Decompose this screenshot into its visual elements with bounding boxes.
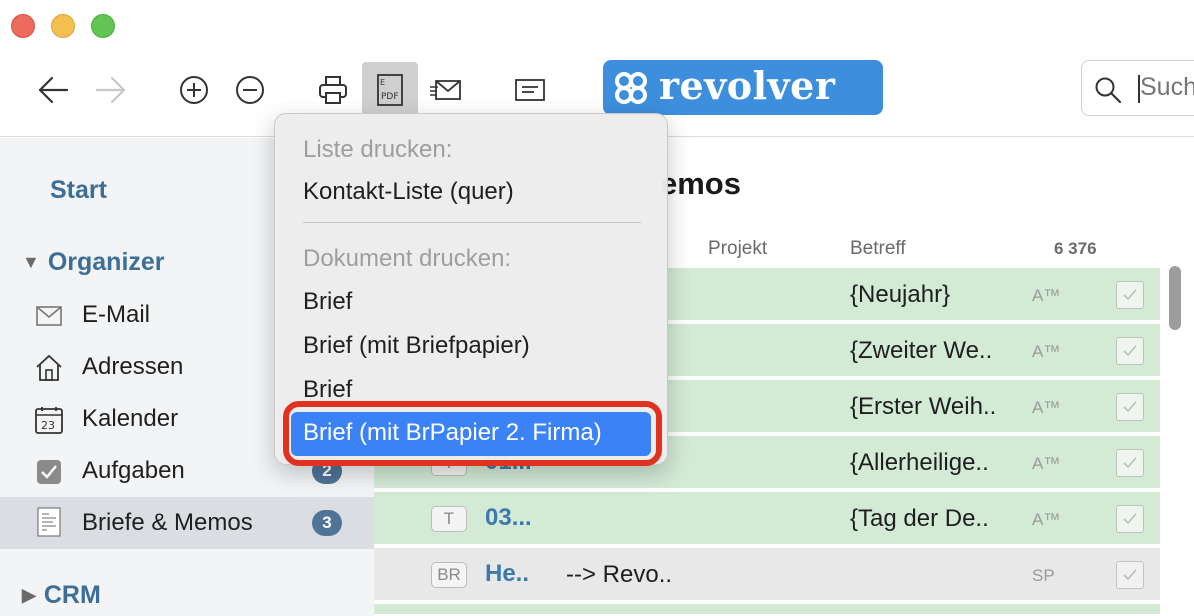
zoom-in-button[interactable]: [166, 62, 222, 118]
row-checkbox[interactable]: [1116, 561, 1144, 589]
sidebar-item-label: Aufgaben: [82, 457, 185, 484]
section-label: CRM: [43, 581, 101, 609]
row-subject: {Zweiter We..: [850, 337, 993, 364]
scrollbar-thumb[interactable]: [1169, 266, 1181, 330]
highlight-annotation: [283, 401, 662, 466]
row-checkbox[interactable]: [1116, 281, 1144, 309]
memo-button[interactable]: [502, 62, 558, 118]
row-date: 03...: [485, 504, 532, 531]
sidebar-item-label: Adressen: [82, 353, 184, 380]
row-initials: A™: [1032, 286, 1061, 305]
vertical-scrollbar[interactable]: [1166, 266, 1184, 616]
section-label: Organizer: [47, 248, 165, 276]
window-close-button[interactable]: [11, 14, 35, 38]
row-date: He..: [485, 560, 530, 587]
window-minimize-button[interactable]: [51, 14, 75, 38]
row-subject: {Tag der De..: [850, 505, 989, 532]
table-row-partial: [374, 604, 1160, 616]
column-header-betreff[interactable]: Betreff: [850, 238, 906, 260]
memo-icon: [515, 79, 545, 101]
sidebar-item-label: Briefe & Memos: [82, 509, 253, 536]
menu-item-brief[interactable]: Brief: [303, 288, 352, 316]
sidebar-section-crm[interactable]: ▶ CRM: [22, 581, 101, 610]
page-title: emos: [660, 166, 741, 201]
row-subject: {Neujahr}: [850, 281, 951, 308]
svg-text:E: E: [380, 78, 385, 87]
house-icon: [34, 353, 64, 383]
minus-circle-icon: [236, 76, 264, 104]
count-badge: 3: [312, 510, 342, 536]
svg-text:23: 23: [41, 419, 55, 432]
back-button[interactable]: [26, 62, 82, 118]
revolver-logo-mark-icon: [615, 71, 647, 104]
row-subject: {Allerheilige..: [850, 449, 989, 476]
search-input[interactable]: [1140, 73, 1194, 102]
window-zoom-button[interactable]: [91, 14, 115, 38]
row-initials: A™: [1032, 510, 1061, 529]
pdf-icon: E PDF: [377, 74, 403, 106]
row-checkbox[interactable]: [1116, 393, 1144, 421]
row-subject: {Erster Weih..: [850, 393, 997, 420]
zoom-out-button[interactable]: [222, 62, 278, 118]
sidebar-item-label: Kalender: [82, 405, 179, 432]
disclosure-triangle-right-icon: ▶: [22, 585, 36, 605]
forward-button[interactable]: [82, 62, 138, 118]
row-initials: A™: [1032, 398, 1061, 417]
row-checkbox[interactable]: [1116, 449, 1144, 477]
menu-header-liste-drucken: Liste drucken:: [303, 136, 453, 163]
revolver-logo: revolver: [603, 60, 883, 115]
search-icon: [1095, 77, 1122, 104]
row-initials: A™: [1032, 342, 1061, 361]
pdf-button[interactable]: E PDF: [362, 62, 418, 118]
print-button[interactable]: [305, 62, 361, 118]
checkbox-icon: [34, 457, 64, 487]
calendar-icon: 23: [34, 405, 64, 435]
printer-icon: [319, 76, 347, 104]
row-checkbox[interactable]: [1116, 505, 1144, 533]
column-header-projekt[interactable]: Projekt: [708, 238, 767, 260]
sidebar-item-briefe-memos[interactable]: Briefe & Memos 3: [0, 497, 374, 549]
disclosure-triangle-down-icon: ▼: [22, 252, 40, 272]
menu-item-brief-2[interactable]: Brief: [303, 376, 352, 404]
mail-button[interactable]: [418, 62, 474, 118]
plus-circle-icon: [180, 76, 208, 104]
row-project: --> Revo..: [566, 561, 673, 588]
menu-separator: [303, 222, 641, 223]
row-checkbox[interactable]: [1116, 337, 1144, 365]
row-initials: SP: [1032, 566, 1055, 585]
envelope-icon: [34, 301, 64, 331]
menu-item-kontakt-liste-quer[interactable]: Kontakt-Liste (quer): [303, 178, 514, 206]
arrow-right-icon: [95, 76, 126, 104]
letter-icon: [34, 507, 64, 537]
logo-text: revolver: [659, 62, 836, 108]
sidebar-start-link[interactable]: Start: [50, 176, 107, 205]
record-count: 6 376: [1054, 239, 1097, 258]
table-row[interactable]: BR He.. --> Revo.. SP: [374, 548, 1160, 602]
search-field[interactable]: [1081, 60, 1194, 116]
table-row[interactable]: T 03... {Tag der De.. A™: [374, 492, 1160, 546]
arrow-left-icon: [38, 76, 69, 104]
envelope-icon: [430, 80, 461, 100]
sidebar-item-label: E-Mail: [82, 301, 151, 328]
sidebar-section-organizer[interactable]: ▼ Organizer: [22, 248, 165, 277]
row-type-tag: T: [431, 506, 467, 532]
row-type-tag: BR: [431, 562, 467, 588]
menu-item-brief-mit-briefpapier[interactable]: Brief (mit Briefpapier): [303, 332, 530, 360]
menu-header-dokument-drucken: Dokument drucken:: [303, 245, 512, 272]
svg-text:PDF: PDF: [381, 92, 399, 102]
row-initials: A™: [1032, 454, 1061, 473]
